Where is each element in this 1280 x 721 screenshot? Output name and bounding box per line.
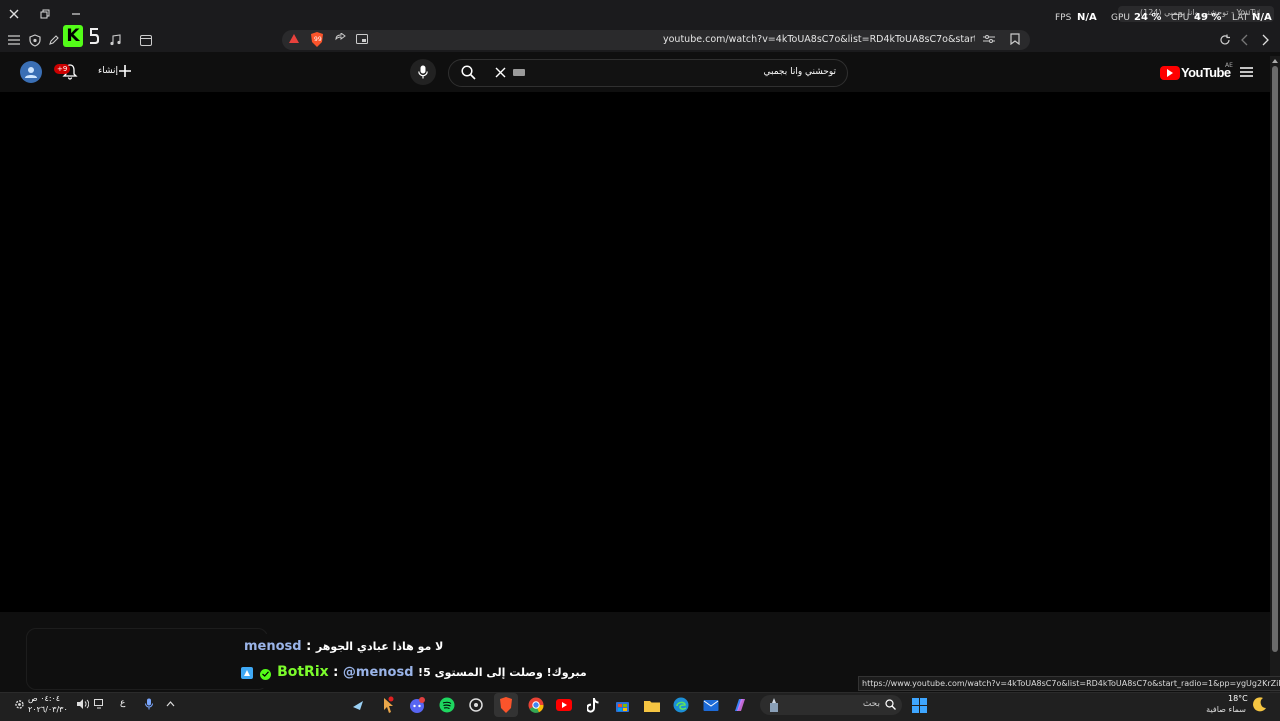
forward-icon[interactable] xyxy=(1238,32,1252,48)
reload-icon[interactable] xyxy=(1217,32,1233,48)
scrollbar-thumb[interactable] xyxy=(1272,66,1278,652)
keyboard-icon[interactable] xyxy=(512,68,526,77)
search-icon[interactable] xyxy=(453,61,483,83)
chat-separator: : xyxy=(328,665,343,680)
weather-temperature[interactable]: 18°C xyxy=(1228,694,1248,703)
notes-icon[interactable] xyxy=(86,25,102,47)
youtube-logo-text[interactable]: YouTube xyxy=(1181,65,1231,80)
clock-date[interactable]: ٢٠٢٦/٠٣/٣٠ xyxy=(28,705,68,714)
weather-moon-icon[interactable] xyxy=(1250,695,1268,713)
chat-username: BotRix xyxy=(277,664,329,680)
scroll-up-icon[interactable] xyxy=(1271,57,1279,65)
picture-in-picture-icon[interactable] xyxy=(355,32,369,46)
chat-message-text: مبروك! وصلت إلى المستوى 5! xyxy=(418,666,587,679)
bot-badge-icon xyxy=(241,667,253,679)
taskbar-search-icon[interactable] xyxy=(884,698,897,711)
voice-search-button[interactable] xyxy=(410,59,436,85)
share-icon[interactable] xyxy=(333,32,347,46)
cpu-value: 49 % xyxy=(1194,12,1222,23)
kick-logo-icon[interactable]: K xyxy=(63,25,83,47)
windows-start-icon[interactable] xyxy=(910,696,928,714)
edge-icon[interactable] xyxy=(669,693,693,717)
lat-value: N/A xyxy=(1252,12,1272,23)
fps-value: N/A xyxy=(1077,12,1097,23)
create-plus-icon[interactable] xyxy=(117,63,133,79)
chat-message-2: BotRix : @menosd مبروك! وصلت إلى المستوى… xyxy=(241,663,587,681)
back-icon[interactable] xyxy=(1258,32,1272,48)
clear-search-icon[interactable] xyxy=(492,64,508,80)
browser-toolbar: K 99 youtube.com/watch?v=4kToUA8sC7o&lis… xyxy=(0,25,1280,52)
create-label[interactable]: إنشاء xyxy=(98,66,118,76)
gpu-value: 24 % xyxy=(1134,12,1162,23)
search-highlight-icon[interactable] xyxy=(764,695,784,715)
restore-icon[interactable] xyxy=(37,6,53,22)
brave-rewards-icon[interactable] xyxy=(287,32,301,46)
link-status-bar: https://www.youtube.com/watch?v=4kToUA8s… xyxy=(858,676,1280,691)
brave-shields-icon[interactable]: 99 xyxy=(308,31,326,47)
notification-count-badge: +9 xyxy=(54,64,71,74)
gpu-label: GPU xyxy=(1111,13,1130,23)
brave-browser-icon[interactable] xyxy=(494,693,518,717)
steam-client-icon[interactable] xyxy=(464,693,488,717)
lat-label: LAT xyxy=(1232,13,1249,23)
music-icon[interactable] xyxy=(107,32,123,48)
tiktok-icon[interactable] xyxy=(581,693,605,717)
fps-label: FPS xyxy=(1055,13,1072,23)
url-text[interactable]: youtube.com/watch?v=4kToUA8sC7o&list=RD4… xyxy=(663,34,975,45)
chat-message-text: لا مو هاذا عبادي الجوهر xyxy=(315,640,444,653)
region-code: AE xyxy=(1225,62,1233,69)
search-query-text[interactable]: توحشني وانا بجمبي xyxy=(740,67,836,77)
microphone-icon[interactable] xyxy=(143,697,155,711)
guide-menu-icon[interactable] xyxy=(1238,64,1254,80)
chat-separator: : xyxy=(301,639,316,654)
cpu-label: CPU xyxy=(1171,13,1190,23)
menu-icon[interactable] xyxy=(6,32,22,48)
tune-icon[interactable] xyxy=(982,32,996,46)
chat-username: menosd xyxy=(244,639,302,654)
bookmark-icon[interactable] xyxy=(1008,32,1022,46)
channel-card xyxy=(26,628,268,690)
discord-icon[interactable] xyxy=(405,693,429,717)
verified-badge-icon xyxy=(259,668,271,680)
video-player[interactable] xyxy=(0,92,1270,612)
window-titlebar: (124) توحشني وانا بجمبي - YouTube FPS N/… xyxy=(0,0,1280,28)
store-icon[interactable] xyxy=(610,693,634,717)
cursor-app-icon[interactable] xyxy=(376,693,400,717)
chat-message-1: menosd : لا مو هاذا عبادي الجوهر xyxy=(244,638,443,656)
pen-icon[interactable] xyxy=(46,32,62,48)
youtube-app-icon[interactable] xyxy=(552,693,576,717)
taskbar-search-placeholder[interactable]: بحث xyxy=(852,699,880,709)
weather-condition[interactable]: سماء صافية xyxy=(1200,705,1246,714)
avatar[interactable] xyxy=(20,61,42,83)
speaker-icon[interactable] xyxy=(76,697,90,711)
chrome-icon[interactable] xyxy=(524,693,548,717)
copilot-icon[interactable] xyxy=(728,693,752,717)
sidebar-toggle-icon[interactable] xyxy=(138,32,154,48)
spotify-icon[interactable] xyxy=(435,693,459,717)
minimize-icon[interactable] xyxy=(68,6,84,22)
settings-icon[interactable] xyxy=(12,697,26,711)
mail-icon[interactable] xyxy=(699,693,723,717)
clock-time[interactable]: ٠٤:٠٤ ص xyxy=(28,694,60,703)
network-icon[interactable] xyxy=(92,697,106,711)
close-icon[interactable] xyxy=(6,6,22,22)
tray-chevron-icon[interactable] xyxy=(164,697,176,711)
file-explorer-icon[interactable] xyxy=(640,693,664,717)
shield-icon[interactable] xyxy=(27,32,43,48)
youtube-logo-icon[interactable] xyxy=(1160,66,1180,80)
steam-icon[interactable] xyxy=(346,693,370,717)
chat-mention: @menosd xyxy=(342,665,414,680)
svg-text:99: 99 xyxy=(314,36,322,43)
input-language[interactable]: ع xyxy=(120,698,125,708)
